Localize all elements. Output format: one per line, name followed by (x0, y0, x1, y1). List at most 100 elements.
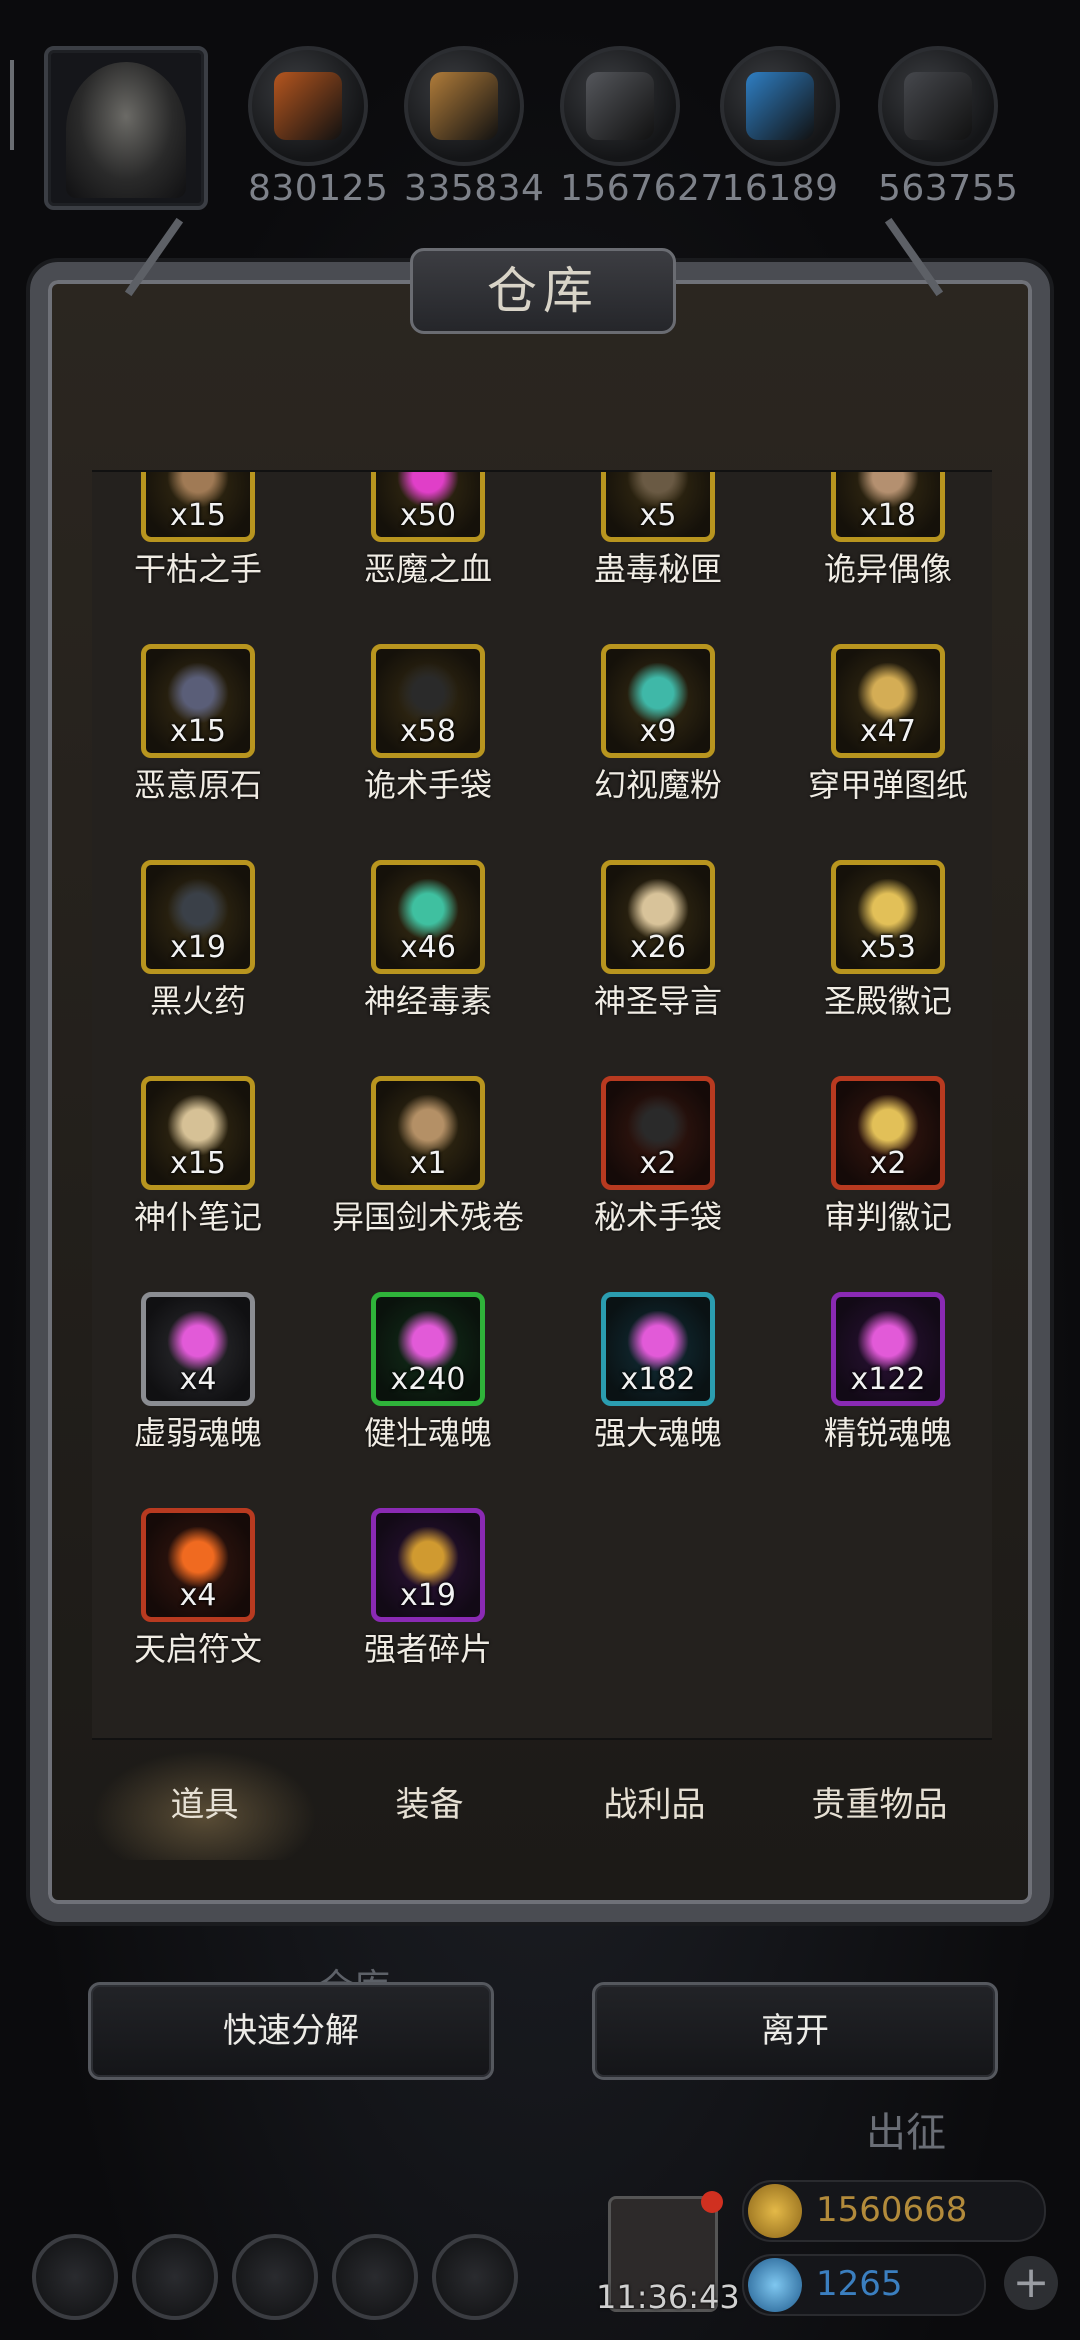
inventory-item[interactable]: x19 黑火药 (98, 860, 298, 1020)
item-name: 强者碎片 (363, 1630, 492, 1668)
meat-icon (274, 72, 342, 140)
gem-icon (748, 2258, 802, 2312)
item-slot: x15 (141, 1076, 255, 1190)
resource-2[interactable]: 1567627 (560, 46, 723, 209)
add-currency-button[interactable]: + (1004, 2256, 1058, 2310)
resource-1[interactable]: 335834 (404, 46, 545, 209)
inventory-item[interactable]: x182 强大魂魄 (558, 1292, 758, 1452)
resource-value: 830125 (248, 168, 389, 209)
mail-nav-icon[interactable] (332, 2234, 418, 2320)
ore-icon (904, 72, 972, 140)
inventory-item[interactable]: x18 诡异偶像 (788, 472, 988, 588)
inventory-item[interactable]: x26 神圣导言 (558, 860, 758, 1020)
resource-value: 335834 (404, 168, 545, 209)
item-name: 神圣导言 (593, 982, 722, 1020)
inventory-item[interactable]: x19 强者碎片 (328, 1508, 528, 1668)
item-slot: x5 (601, 472, 715, 542)
tab-2[interactable]: 战利品 (542, 1750, 767, 1860)
resource-3[interactable]: 16189 (720, 46, 840, 209)
panel-title: 仓库 (410, 248, 676, 334)
resource-4[interactable]: 563755 (878, 46, 1018, 209)
inventory-item[interactable]: x15 干枯之手 (98, 472, 298, 588)
item-quantity: x19 (400, 1578, 456, 1613)
item-quantity: x1 (409, 1146, 447, 1181)
inventory-item[interactable]: x1 异国剑术残卷 (328, 1076, 528, 1236)
category-tabs: 道具 装备 战利品 贵重物品 (92, 1750, 992, 1860)
inventory-item[interactable]: x15 神仆笔记 (98, 1076, 298, 1236)
item-quantity: x18 (860, 498, 916, 533)
item-quantity: x53 (860, 930, 916, 965)
inventory-item[interactable]: x53 圣殿徽记 (788, 860, 988, 1020)
inventory-item[interactable]: x50 恶魔之血 (328, 472, 528, 588)
item-slot: x19 (141, 860, 255, 974)
item-slot: x240 (371, 1292, 485, 1406)
inventory-item[interactable]: x9 幻视魔粉 (558, 644, 758, 804)
item-slot: x9 (601, 644, 715, 758)
inventory-item[interactable]: x46 神经毒素 (328, 860, 528, 1020)
wood-icon (430, 72, 498, 140)
inventory-item[interactable]: x4 虚弱魂魄 (98, 1292, 298, 1452)
crystal-icon (746, 72, 814, 140)
quick-decompose-button[interactable]: 快速分解 (88, 1982, 494, 2080)
item-name: 恶魔之血 (363, 550, 492, 588)
resource-orb (404, 46, 524, 166)
gem-currency: 1265 (742, 2254, 986, 2316)
tab-0[interactable]: 道具 (92, 1750, 317, 1860)
iron-icon (586, 72, 654, 140)
inventory-item[interactable]: x5 蛊毒秘匣 (558, 472, 758, 588)
inventory-item[interactable]: x58 诡术手袋 (328, 644, 528, 804)
resource-orb (878, 46, 998, 166)
item-quantity: x58 (400, 714, 456, 749)
item-name: 异国剑术残卷 (331, 1198, 524, 1236)
item-quantity: x47 (860, 714, 916, 749)
item-slot: x50 (371, 472, 485, 542)
item-name: 天启符文 (133, 1630, 262, 1668)
inventory-item[interactable]: x240 健壮魂魄 (328, 1292, 528, 1452)
item-quantity: x4 (179, 1578, 217, 1613)
building-nav-icon[interactable] (232, 2234, 318, 2320)
settings-nav-icon[interactable] (32, 2234, 118, 2320)
item-quantity: x240 (390, 1362, 466, 1397)
avatar-face (66, 62, 186, 198)
inventory-item[interactable]: x2 审判徽记 (788, 1076, 988, 1236)
player-avatar[interactable] (44, 46, 208, 210)
item-slot: x4 (141, 1508, 255, 1622)
item-slot: x47 (831, 644, 945, 758)
resource-orb (720, 46, 840, 166)
item-slot: x15 (141, 644, 255, 758)
item-slot: x182 (601, 1292, 715, 1406)
item-quantity: x4 (179, 1362, 217, 1397)
item-slot: x18 (831, 472, 945, 542)
item-quantity: x26 (630, 930, 686, 965)
item-name: 恶意原石 (133, 766, 262, 804)
item-grid-area[interactable]: x15 干枯之手 x50 恶魔之血 x5 蛊毒秘匣 x18 诡异偶像 x15 恶意原石 x58 诡术手… (92, 470, 992, 1740)
resource-value: 16189 (721, 168, 839, 209)
item-quantity: x2 (639, 1146, 677, 1181)
item-slot: x1 (371, 1076, 485, 1190)
gold-amount: 1560668 (816, 2190, 968, 2230)
item-slot: x2 (601, 1076, 715, 1190)
gold-coin-icon (748, 2184, 802, 2238)
inventory-item[interactable]: x2 秘术手袋 (558, 1076, 758, 1236)
inventory-item[interactable]: x47 穿甲弹图纸 (788, 644, 988, 804)
item-slot: x26 (601, 860, 715, 974)
item-quantity: x15 (170, 714, 226, 749)
resource-orb (248, 46, 368, 166)
tab-3[interactable]: 贵重物品 (767, 1750, 992, 1860)
inventory-item[interactable]: x4 天启符文 (98, 1508, 298, 1668)
inventory-item[interactable]: x122 精锐魂魄 (788, 1292, 988, 1452)
inventory-item[interactable]: x15 恶意原石 (98, 644, 298, 804)
resource-0[interactable]: 830125 (248, 46, 389, 209)
item-name: 诡术手袋 (363, 766, 492, 804)
tab-1[interactable]: 装备 (317, 1750, 542, 1860)
item-name: 精锐魂魄 (823, 1414, 952, 1452)
item-name: 干枯之手 (133, 550, 262, 588)
side-handle[interactable] (10, 60, 14, 150)
shop-nav-icon[interactable] (432, 2234, 518, 2320)
expedition-label[interactable]: 出征 (866, 2100, 946, 2158)
item-quantity: x15 (170, 1146, 226, 1181)
item-name: 神仆笔记 (133, 1198, 262, 1236)
hero-nav-icon[interactable] (132, 2234, 218, 2320)
leave-button[interactable]: 离开 (592, 1982, 998, 2080)
item-slot: x122 (831, 1292, 945, 1406)
